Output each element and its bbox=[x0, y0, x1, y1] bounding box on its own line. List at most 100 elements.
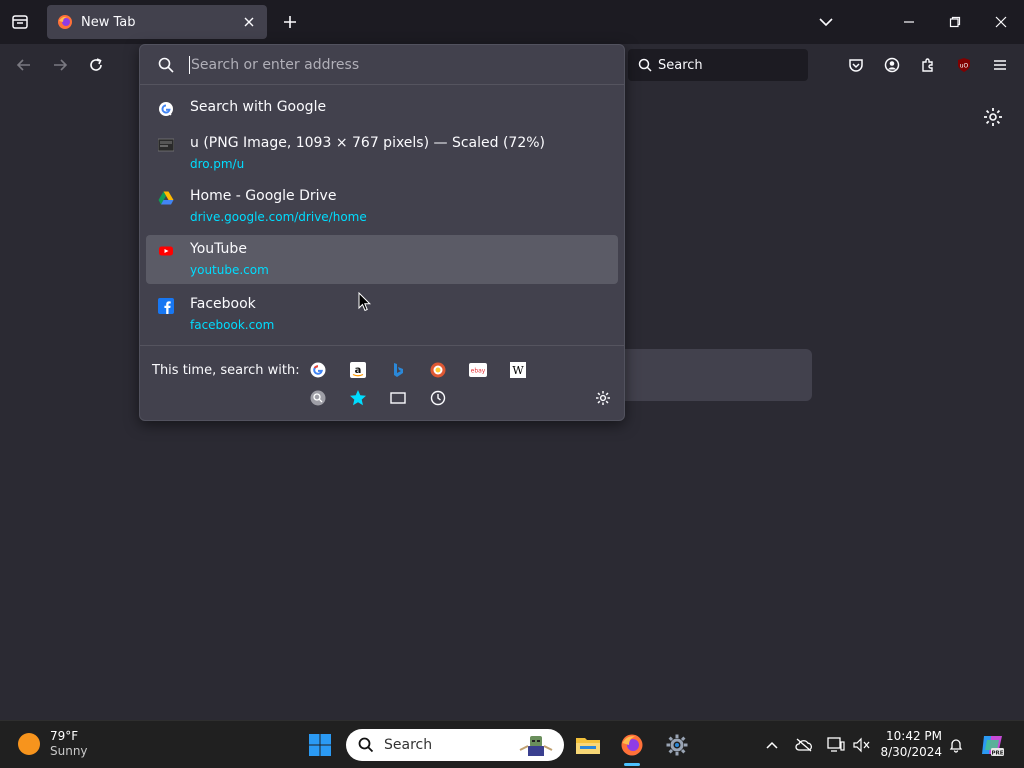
amazon-icon: a bbox=[350, 362, 366, 378]
new-tab-button[interactable] bbox=[278, 10, 302, 34]
new-tab-search-box[interactable] bbox=[600, 349, 812, 401]
close-icon bbox=[244, 17, 254, 27]
sunny-icon bbox=[18, 733, 40, 755]
svg-text:a: a bbox=[355, 365, 362, 376]
gear-icon bbox=[596, 391, 610, 405]
result-search-with-google[interactable]: Search with Google bbox=[146, 93, 618, 123]
oneoff-history-button[interactable] bbox=[427, 387, 449, 409]
bing-icon bbox=[394, 363, 403, 377]
taskbar-search-box[interactable]: Search bbox=[346, 729, 564, 761]
tabs-icon bbox=[390, 392, 406, 404]
restore-icon bbox=[949, 16, 961, 28]
taskbar: 79°F Sunny Search 10:42 PM 8/30/2024 PRE bbox=[0, 720, 1024, 768]
bell-icon bbox=[949, 739, 963, 753]
back-button[interactable] bbox=[11, 52, 37, 78]
weather-condition: Sunny bbox=[50, 744, 88, 758]
display-icon bbox=[827, 737, 845, 752]
oneoff-google-button[interactable] bbox=[307, 359, 329, 381]
oneoff-duckduckgo-button[interactable] bbox=[427, 359, 449, 381]
forward-button[interactable] bbox=[47, 52, 73, 78]
search-icon bbox=[638, 58, 652, 72]
result-title: Facebook bbox=[190, 296, 256, 312]
result-facebook[interactable]: Facebook facebook.com bbox=[146, 290, 618, 336]
file-explorer-button[interactable] bbox=[574, 731, 602, 759]
firefox-view-button[interactable] bbox=[8, 10, 32, 34]
minimize-icon bbox=[904, 21, 914, 23]
search-bar[interactable]: Search bbox=[628, 49, 808, 81]
windows-start-icon bbox=[309, 734, 331, 756]
minimize-button[interactable] bbox=[895, 8, 923, 36]
list-all-tabs-button[interactable] bbox=[812, 8, 840, 36]
personalize-new-tab-button[interactable] bbox=[982, 106, 1004, 128]
mouse-cursor-icon bbox=[358, 292, 372, 312]
urlbar-input[interactable] bbox=[191, 56, 571, 73]
result-youtube[interactable]: YouTube youtube.com bbox=[146, 235, 618, 284]
search-history-icon bbox=[310, 390, 326, 406]
image-thumbnail-icon bbox=[158, 138, 174, 152]
oneoff-search-history-button[interactable] bbox=[307, 387, 329, 409]
volume-tray-button[interactable] bbox=[852, 735, 872, 755]
taskbar-search-label: Search bbox=[384, 737, 433, 753]
urlbar-dropdown: Search with Google u (PNG Image, 1093 × … bbox=[139, 44, 625, 421]
ublock-origin-button[interactable]: uO bbox=[951, 52, 977, 78]
svg-text:uO: uO bbox=[960, 63, 969, 70]
oneoff-amazon-button[interactable]: a bbox=[347, 359, 369, 381]
system-clock[interactable]: 10:42 PM 8/30/2024 bbox=[880, 728, 942, 760]
oneoff-bing-button[interactable] bbox=[387, 359, 409, 381]
result-title: YouTube bbox=[190, 241, 247, 257]
settings-taskbar-button[interactable] bbox=[663, 731, 691, 759]
onedrive-tray-button[interactable] bbox=[794, 735, 814, 755]
tab-new-tab[interactable]: New Tab bbox=[47, 5, 267, 39]
speaker-muted-icon bbox=[853, 737, 870, 753]
pocket-icon bbox=[849, 59, 863, 72]
account-button[interactable] bbox=[879, 52, 905, 78]
results-separator bbox=[140, 345, 624, 346]
firefox-taskbar-button[interactable] bbox=[618, 731, 646, 759]
tab-title: New Tab bbox=[81, 14, 136, 30]
oneoff-ebay-button[interactable]: ebay bbox=[467, 359, 489, 381]
app-menu-button[interactable] bbox=[987, 52, 1013, 78]
result-google-drive[interactable]: Home - Google Drive drive.google.com/dri… bbox=[146, 182, 618, 228]
reload-icon bbox=[90, 58, 102, 71]
text-caret bbox=[189, 55, 190, 74]
weather-temperature: 79°F bbox=[50, 729, 79, 743]
bookmarks-icon bbox=[350, 390, 366, 406]
reload-button[interactable] bbox=[83, 52, 109, 78]
result-title: Search with Google bbox=[190, 99, 327, 115]
search-settings-button[interactable] bbox=[592, 387, 614, 409]
gear-icon bbox=[984, 108, 1002, 126]
cloud-offline-icon bbox=[795, 738, 812, 752]
copilot-button[interactable]: PRE bbox=[978, 731, 1006, 759]
restore-button[interactable] bbox=[941, 8, 969, 36]
pocket-button[interactable] bbox=[843, 52, 869, 78]
oneoff-search-label: This time, search with: bbox=[152, 363, 300, 378]
close-window-button[interactable] bbox=[987, 8, 1015, 36]
history-icon bbox=[430, 390, 446, 406]
firefox-view-icon bbox=[12, 15, 28, 29]
extensions-button[interactable] bbox=[915, 52, 941, 78]
weather-widget[interactable]: 79°F Sunny bbox=[18, 729, 88, 759]
result-png-image[interactable]: u (PNG Image, 1093 × 767 pixels) — Scale… bbox=[146, 129, 618, 175]
svg-text:ebay: ebay bbox=[471, 368, 486, 375]
account-icon bbox=[884, 57, 900, 73]
result-url: dro.pm/u bbox=[190, 157, 245, 171]
ebay-icon: ebay bbox=[469, 363, 487, 377]
firefox-icon bbox=[58, 15, 72, 29]
notifications-button[interactable] bbox=[946, 735, 966, 755]
result-title: u (PNG Image, 1093 × 767 pixels) — Scale… bbox=[190, 135, 546, 151]
network-tray-button[interactable] bbox=[826, 735, 846, 755]
oneoff-bookmarks-button[interactable] bbox=[347, 387, 369, 409]
start-button[interactable] bbox=[306, 731, 334, 759]
result-url: facebook.com bbox=[190, 318, 275, 332]
show-hidden-icons-button[interactable] bbox=[762, 735, 782, 755]
chevron-down-icon bbox=[819, 18, 833, 27]
oneoff-tabs-button[interactable] bbox=[387, 387, 409, 409]
wikipedia-icon: W bbox=[510, 362, 526, 378]
tab-close-button[interactable] bbox=[241, 14, 257, 30]
folder-icon bbox=[576, 738, 600, 754]
firefox-icon bbox=[621, 734, 643, 756]
search-bar-label: Search bbox=[658, 57, 703, 73]
urlbar-input-row[interactable] bbox=[140, 45, 624, 85]
arrow-left-icon bbox=[16, 59, 30, 71]
oneoff-wikipedia-button[interactable]: W bbox=[507, 359, 529, 381]
